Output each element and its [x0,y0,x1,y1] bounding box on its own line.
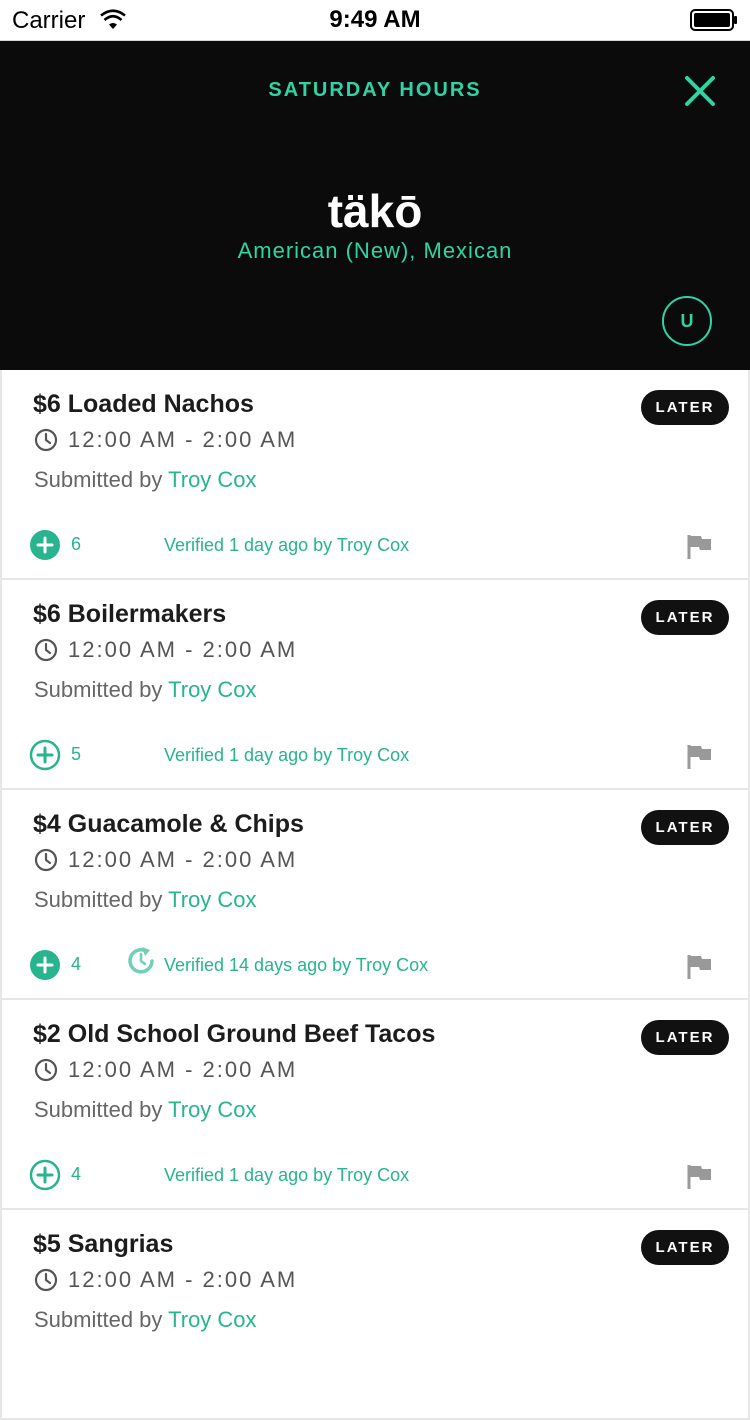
submitted-by: Submitted by Troy Cox [34,1307,257,1333]
clock-icon [34,848,58,872]
deal-hours: 12:00 AM - 2:00 AM [68,427,298,452]
status-bar: Carrier 9:49 AM [0,0,750,41]
later-badge[interactable]: LATER [641,600,729,635]
deal-title: $6 Boilermakers [33,600,227,628]
deal-card[interactable]: $6 Boilermakers LATER 12:00 AM - 2:00 AM… [2,580,748,788]
submitter-link[interactable]: Troy Cox [168,467,256,492]
submitted-by: Submitted by Troy Cox [34,677,257,703]
clock-icon [34,1268,58,1292]
deal-hours: 12:00 AM - 2:00 AM [68,847,298,872]
stale-refresh-icon [128,947,154,974]
later-badge[interactable]: LATER [641,1020,729,1055]
flag-icon[interactable] [685,1162,713,1190]
deal-title: $5 Sangrias [33,1230,174,1258]
battery-icon [690,9,737,31]
submitted-prefix: Submitted by [34,887,163,912]
deal-card[interactable]: $4 Guacamole & Chips LATER 12:00 AM - 2:… [2,790,748,998]
submitted-by: Submitted by Troy Cox [34,887,257,913]
later-badge[interactable]: LATER [641,810,729,845]
later-badge[interactable]: LATER [641,1230,729,1265]
submitter-link[interactable]: Troy Cox [168,887,256,912]
page-title: SATURDAY HOURS [268,79,482,101]
clock-icon [34,638,58,662]
deal-title: $4 Guacamole & Chips [33,810,304,838]
deal-title: $6 Loaded Nachos [33,390,254,418]
submitter-link[interactable]: Troy Cox [168,677,256,702]
flag-icon[interactable] [685,742,713,770]
submitted-by: Submitted by Troy Cox [34,1097,257,1123]
venue-name: täkō [327,185,423,237]
close-icon[interactable] [682,73,718,109]
submitter-link[interactable]: Troy Cox [168,1097,256,1122]
vote-count: 4 [71,1164,82,1184]
venue-header: Carrier 9:49 AM SATURDAY HOURS täkō Amer… [0,0,750,370]
submitted-by: Submitted by Troy Cox [34,467,257,493]
submitted-prefix: Submitted by [34,1097,163,1122]
vote-count: 5 [71,744,82,764]
user-avatar[interactable]: U [662,296,712,346]
deal-list: $6 Loaded Nachos LATER 12:00 AM - 2:00 A… [0,370,750,1420]
status-time: 9:49 AM [329,6,421,33]
deal-card[interactable]: $2 Old School Ground Beef Tacos LATER 12… [2,1000,748,1208]
deal-hours: 12:00 AM - 2:00 AM [68,1267,298,1292]
upvote-plus-icon[interactable] [29,1159,61,1191]
verified-text: Verified 14 days ago by Troy Cox [164,955,429,975]
upvote-plus-icon[interactable] [29,529,61,561]
later-badge[interactable]: LATER [641,390,729,425]
submitted-prefix: Submitted by [34,677,163,702]
deal-hours: 12:00 AM - 2:00 AM [68,637,298,662]
upvote-plus-icon[interactable] [29,739,61,771]
deal-title: $2 Old School Ground Beef Tacos [33,1020,436,1048]
flag-icon[interactable] [685,952,713,980]
submitted-prefix: Submitted by [34,467,163,492]
vote-count: 4 [71,954,82,974]
verified-text: Verified 1 day ago by Troy Cox [164,745,410,765]
verified-text: Verified 1 day ago by Troy Cox [164,535,410,555]
deal-card[interactable]: $6 Loaded Nachos LATER 12:00 AM - 2:00 A… [2,370,748,578]
verified-text: Verified 1 day ago by Troy Cox [164,1165,410,1185]
venue-cuisine: American (New), Mexican [237,238,513,263]
vote-count: 6 [71,534,82,554]
submitter-link[interactable]: Troy Cox [168,1307,256,1332]
clock-icon [34,1058,58,1082]
clock-icon [34,428,58,452]
deal-card[interactable]: $5 Sangrias LATER 12:00 AM - 2:00 AM Sub… [2,1210,748,1418]
submitted-prefix: Submitted by [34,1307,163,1332]
upvote-plus-icon[interactable] [29,949,61,981]
deal-hours: 12:00 AM - 2:00 AM [68,1057,298,1082]
flag-icon[interactable] [685,532,713,560]
